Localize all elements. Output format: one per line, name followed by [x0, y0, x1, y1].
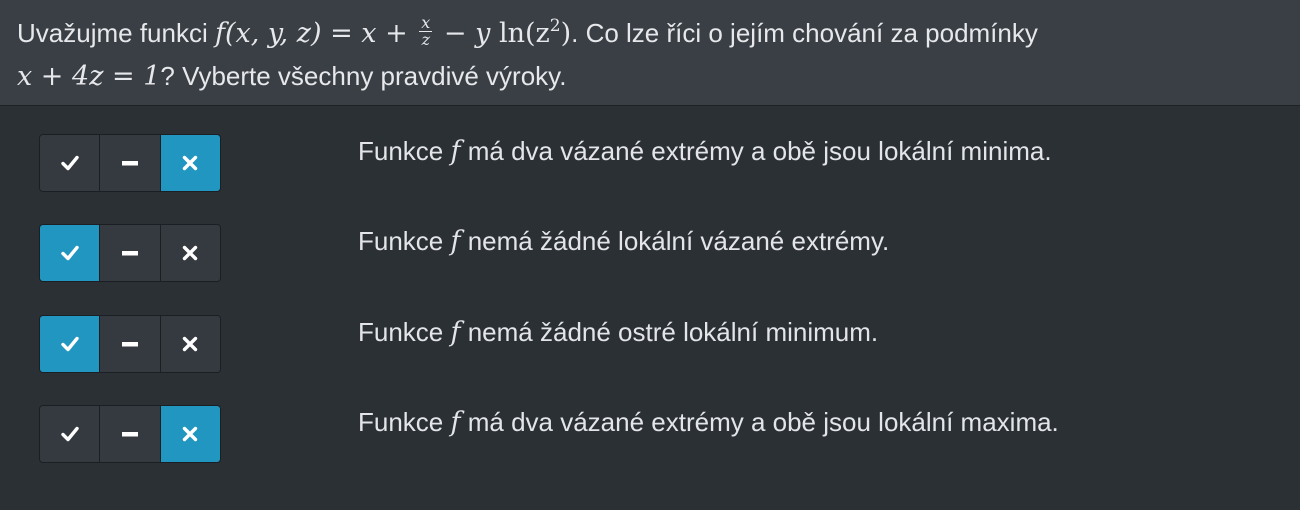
check-icon: [60, 155, 79, 171]
cross-icon: [183, 426, 198, 442]
option-statement: Funkce f má dva vázané extrémy a obě jso…: [358, 407, 1059, 438]
minus-icon: [121, 342, 138, 347]
cross-icon: [183, 245, 198, 261]
option-row: Funkce f nemá žádné lokální vázané extré…: [0, 224, 1300, 294]
answer-toggle-group: [39, 405, 221, 463]
constraint-formula: x + 4z = 1: [17, 61, 161, 92]
neutral-button[interactable]: [100, 135, 161, 191]
option-row: Funkce f má dva vázané extrémy a obě jso…: [0, 134, 1300, 204]
option-statement: Funkce f má dva vázané extrémy a obě jso…: [358, 136, 1052, 167]
function-formula: f(x, y, z) = x + xz − y ln(z2): [214, 13, 572, 50]
check-icon: [60, 245, 79, 261]
question-text: Uvažujme funkci f(x, y, z) = x + xz − y …: [17, 12, 1277, 98]
neutral-button[interactable]: [100, 225, 161, 281]
check-icon: [60, 336, 79, 352]
answer-toggle-group: [39, 315, 221, 373]
yes-button[interactable]: [40, 316, 101, 372]
no-button[interactable]: [160, 316, 220, 372]
cross-icon: [183, 155, 198, 171]
question-closing: ? Vyberte všechny pravdivé výroky.: [160, 61, 567, 91]
answer-toggle-group: [39, 224, 221, 282]
option-row: Funkce f má dva vázané extrémy a obě jso…: [0, 405, 1300, 475]
cross-icon: [183, 336, 198, 352]
minus-icon: [121, 251, 138, 256]
no-button[interactable]: [160, 225, 220, 281]
option-row: Funkce f nemá žádné ostré lokální minimu…: [0, 315, 1300, 385]
minus-icon: [121, 161, 138, 166]
question-after-formula: . Co lze říci o jejím chování za podmínk…: [571, 18, 1038, 48]
question-header: Uvažujme funkci f(x, y, z) = x + xz − y …: [0, 0, 1300, 106]
check-icon: [60, 426, 79, 442]
neutral-button[interactable]: [100, 316, 161, 372]
option-statement: Funkce f nemá žádné lokální vázané extré…: [358, 226, 890, 257]
question-intro: Uvažujme funkci: [17, 18, 208, 48]
option-statement: Funkce f nemá žádné ostré lokální minimu…: [358, 317, 879, 348]
no-button[interactable]: [160, 135, 220, 191]
no-button[interactable]: [160, 406, 220, 462]
yes-button[interactable]: [40, 406, 101, 462]
neutral-button[interactable]: [100, 406, 161, 462]
minus-icon: [121, 432, 138, 437]
yes-button[interactable]: [40, 225, 101, 281]
fraction: xz: [419, 13, 433, 49]
yes-button[interactable]: [40, 135, 101, 191]
answer-toggle-group: [39, 134, 221, 192]
